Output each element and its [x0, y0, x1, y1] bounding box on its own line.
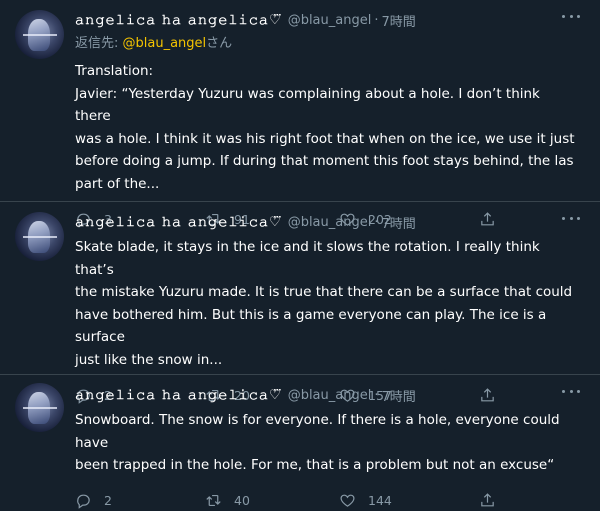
avatar[interactable] [15, 383, 64, 432]
tweet-line: part of the... [75, 175, 160, 192]
tweet-line: just like the snow in... [75, 351, 223, 368]
tweet-actions: 2 40 144 [75, 491, 578, 511]
user-handle[interactable]: @blau_angel [288, 13, 372, 28]
reply-count: 2 [104, 493, 112, 508]
tweet-line: the mistake Yuzuru made. It is true that… [75, 284, 573, 300]
separator-dot: · [374, 12, 379, 28]
tweet-line: Translation: [75, 63, 154, 79]
like-button[interactable]: 144 [339, 492, 479, 509]
share-icon [481, 493, 494, 507]
user-handle[interactable]: @blau_angel [288, 388, 372, 403]
tweet-line: Snowboard. The snow is for everyone. If … [75, 412, 560, 451]
display-name[interactable]: 𝚊𝚗𝚐𝚎𝚕𝚒𝚌𝚊 𝚑𝚊 𝚊𝚗𝚐𝚎𝚕𝚒𝚌𝚊♡⃛ [75, 215, 282, 230]
tweet-line: Javier: “Yesterday Yuzuru was complainin… [75, 85, 540, 125]
reply-prefix: 返信先: [75, 36, 123, 51]
tweet[interactable]: 𝚊𝚗𝚐𝚎𝚕𝚒𝚌𝚊 𝚑𝚊 𝚊𝚗𝚐𝚎𝚕𝚒𝚌𝚊♡⃛ @blau_angel · 7時間… [0, 0, 600, 228]
retweet-icon [206, 494, 221, 507]
retweet-button[interactable]: 40 [205, 492, 339, 509]
tweet-line: was a hole. I think it was his right foo… [75, 130, 575, 147]
tweet-header: 𝚊𝚗𝚐𝚎𝚕𝚒𝚌𝚊 𝚑𝚊 𝚊𝚗𝚐𝚎𝚕𝚒𝚌𝚊♡⃛ @blau_angel · 7時間 [75, 212, 578, 232]
retweet-count: 40 [234, 493, 250, 508]
tweet-header: 𝚊𝚗𝚐𝚎𝚕𝚒𝚌𝚊 𝚑𝚊 𝚊𝚗𝚐𝚎𝚕𝚒𝚌𝚊♡⃛ @blau_angel · 7時間 [75, 10, 578, 30]
tweet[interactable]: 𝚊𝚗𝚐𝚎𝚕𝚒𝚌𝚊 𝚑𝚊 𝚊𝚗𝚐𝚎𝚕𝚒𝚌𝚊♡⃛ @blau_angel · 7時間… [0, 375, 600, 509]
tweet-text: Translation: Javier: “Yesterday Yuzuru w… [75, 60, 578, 195]
heart-icon [340, 494, 355, 507]
timestamp[interactable]: 7時間 [381, 213, 415, 232]
reply-suffix: さん [206, 36, 233, 51]
more-icon[interactable] [562, 12, 580, 20]
more-icon[interactable] [562, 387, 580, 395]
separator-dot: · [374, 387, 379, 403]
tweet-line: been trapped in the hole. For me, that i… [75, 457, 555, 473]
tweet-line: Skate blade, it stays in the ice and it … [75, 239, 540, 278]
display-name[interactable]: 𝚊𝚗𝚐𝚎𝚕𝚒𝚌𝚊 𝚑𝚊 𝚊𝚗𝚐𝚎𝚕𝚒𝚌𝚊♡⃛ [75, 13, 282, 28]
avatar[interactable] [15, 212, 64, 261]
tweet[interactable]: 𝚊𝚗𝚐𝚎𝚕𝚒𝚌𝚊 𝚑𝚊 𝚊𝚗𝚐𝚎𝚕𝚒𝚌𝚊♡⃛ @blau_angel · 7時間… [0, 202, 600, 404]
like-count: 144 [368, 493, 392, 508]
timestamp[interactable]: 7時間 [381, 386, 415, 405]
avatar[interactable] [15, 10, 64, 59]
reply-button[interactable]: 2 [75, 492, 205, 509]
tweet-line: have bothered him. But this is a game ev… [75, 306, 547, 346]
separator-dot: · [374, 214, 379, 230]
display-name[interactable]: 𝚊𝚗𝚐𝚎𝚕𝚒𝚌𝚊 𝚑𝚊 𝚊𝚗𝚐𝚎𝚕𝚒𝚌𝚊♡⃛ [75, 388, 282, 403]
timestamp[interactable]: 7時間 [381, 11, 415, 30]
user-handle[interactable]: @blau_angel [288, 215, 372, 230]
tweet-header: 𝚊𝚗𝚐𝚎𝚕𝚒𝚌𝚊 𝚑𝚊 𝚊𝚗𝚐𝚎𝚕𝚒𝚌𝚊♡⃛ @blau_angel · 7時間 [75, 385, 578, 405]
reply-context: 返信先: @blau_angelさん [75, 32, 578, 52]
tweet-thread: 𝚊𝚗𝚐𝚎𝚕𝚒𝚌𝚊 𝚑𝚊 𝚊𝚗𝚐𝚎𝚕𝚒𝚌𝚊♡⃛ @blau_angel · 7時間… [0, 0, 600, 509]
reply-mention[interactable]: @blau_angel [123, 36, 207, 51]
tweet-text: Snowboard. The snow is for everyone. If … [75, 409, 578, 477]
share-button[interactable] [479, 492, 496, 509]
tweet-text: Skate blade, it stays in the ice and it … [75, 236, 578, 371]
more-icon[interactable] [562, 214, 580, 222]
reply-icon [77, 494, 90, 509]
tweet-line: before doing a jump. If during that mome… [75, 153, 574, 169]
